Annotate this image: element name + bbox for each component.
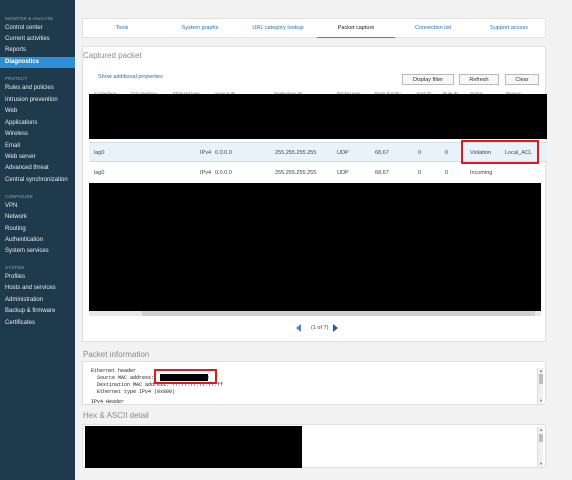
sidebar-item-network[interactable]: Network [0,212,75,223]
scrollbar-thumb[interactable] [539,374,543,384]
sidebar-item-central-sync[interactable]: Central synchronization [0,175,75,186]
cell-packet-type: UDP [337,170,349,176]
sidebar-item-advanced-threat[interactable]: Advanced threat [0,163,75,174]
tab-support-access[interactable]: Support access [471,19,547,38]
packet-information-title: Packet information [83,350,150,359]
hex-scrollbar[interactable]: ▲ ▼ [537,427,543,467]
sidebar-item-backup-firmware[interactable]: Backup & firmware [0,306,75,317]
tab-tools[interactable]: Tools [83,19,161,38]
sidebar-item-certificates[interactable]: Certificates [0,318,75,329]
sidebar-item-reports[interactable]: Reports [0,45,75,56]
captured-packet-title: Captured packet [83,51,142,60]
cell-packet-type: UDP [337,150,349,156]
sidebar-item-current-activities[interactable]: Current activities [0,34,75,45]
cell-ethernet-type: IPv4 [200,150,212,156]
section-heading-monitor: MONITOR & ANALYZE [5,16,54,21]
cell-source-ip: 0.0.0.0 [215,170,232,176]
scrollbar-thumb[interactable] [142,311,535,316]
sidebar-item-vpn[interactable]: VPN [0,201,75,212]
next-page-icon[interactable] [333,324,338,332]
cell-nat-id: 0 [418,170,422,176]
packet-line-0: Ethernet header [91,368,137,374]
sidebar-nav: MONITOR & ANALYZE Control center Current… [0,0,75,480]
scroll-up-icon[interactable]: ▲ [538,427,544,433]
hex-ascii-title: Hex & ASCII detail [83,411,149,420]
redacted-block [89,94,547,139]
sidebar-item-system-services[interactable]: System services [0,246,75,257]
sidebar-item-routing[interactable]: Routing [0,224,75,235]
cell-in-interface: lag0 [94,170,105,176]
cell-destination-ip: 255.255.255.255 [275,170,317,176]
redacted-block [89,183,541,311]
table-row[interactable]: lag0 IPv4 0.0.0.0 255.255.255.255 UDP 68… [89,163,547,183]
section-heading-protect: PROTECT [5,76,28,81]
highlight-box-status-reason [461,140,539,164]
show-additional-properties-link[interactable]: Show additional properties [98,74,163,80]
sidebar-item-email[interactable]: Email [0,141,75,152]
sidebar-item-authentication[interactable]: Authentication [0,235,75,246]
packet-line-3: Ethernet type IPv4 (0x800) [91,389,176,395]
sidebar-item-wireless[interactable]: Wireless [0,129,75,140]
cell-status: Incoming [470,170,493,176]
diagnostics-tabbar: Tools System graphs URL category lookup … [82,18,546,38]
cell-ethernet-type: IPv4 [200,170,212,176]
cell-in-interface: lag0 [94,150,105,156]
cell-destination-ip: 255.255.255.255 [275,150,317,156]
cell-source-ip: 0.0.0.0 [215,150,232,156]
sidebar-item-administration[interactable]: Administration [0,295,75,306]
scrollbar-thumb[interactable] [539,434,543,442]
tab-url-category-lookup[interactable]: URL category lookup [239,19,317,38]
sidebar-item-web[interactable]: Web [0,106,75,117]
cell-rule-id: 0 [445,150,449,156]
sidebar-item-diagnostics[interactable]: Diagnostics [0,57,75,68]
sidebar-item-control-center[interactable]: Control center [0,23,75,34]
scroll-down-icon[interactable]: ▼ [538,461,544,467]
sidebar-item-profiles[interactable]: Profiles [0,272,75,283]
pagination-label: (1 of 7) [311,325,329,331]
packet-info-scrollbar[interactable]: ▲ ▼ [537,368,543,404]
clear-button[interactable]: Clear [505,74,539,85]
sidebar-item-applications[interactable]: Applications [0,118,75,129]
scroll-down-icon[interactable]: ▼ [538,398,544,404]
cell-ports: 68,67 [375,170,389,176]
tab-system-graphs[interactable]: System graphs [161,19,239,38]
sidebar-item-rules-and-policies[interactable]: Rules and policies [0,83,75,94]
sidebar-item-hosts-and-services[interactable]: Hosts and services [0,283,75,294]
section-heading-configure: CONFIGURE [5,194,33,199]
refresh-button[interactable]: Refresh [459,74,499,85]
sidebar-item-intrusion-prevention[interactable]: Intrusion prevention [0,95,75,106]
cell-rule-id: 0 [445,170,449,176]
redacted-block [85,426,302,468]
cell-nat-id: 0 [418,150,422,156]
cell-ports: 68,67 [375,150,389,156]
packet-line-1: Source MAC address: [91,375,158,381]
tab-connection-list[interactable]: Connection list [395,19,471,38]
previous-page-icon[interactable] [296,324,301,332]
sidebar-item-web-server[interactable]: Web server [0,152,75,163]
display-filter-button[interactable]: Display filter [402,74,454,85]
highlight-box-mac [154,369,217,384]
section-heading-system: SYSTEM [5,265,25,270]
tab-packet-capture[interactable]: Packet capture [317,19,395,38]
main-content: Tools System graphs URL category lookup … [75,0,572,480]
packet-line-5: IPv4 Header [91,399,125,405]
